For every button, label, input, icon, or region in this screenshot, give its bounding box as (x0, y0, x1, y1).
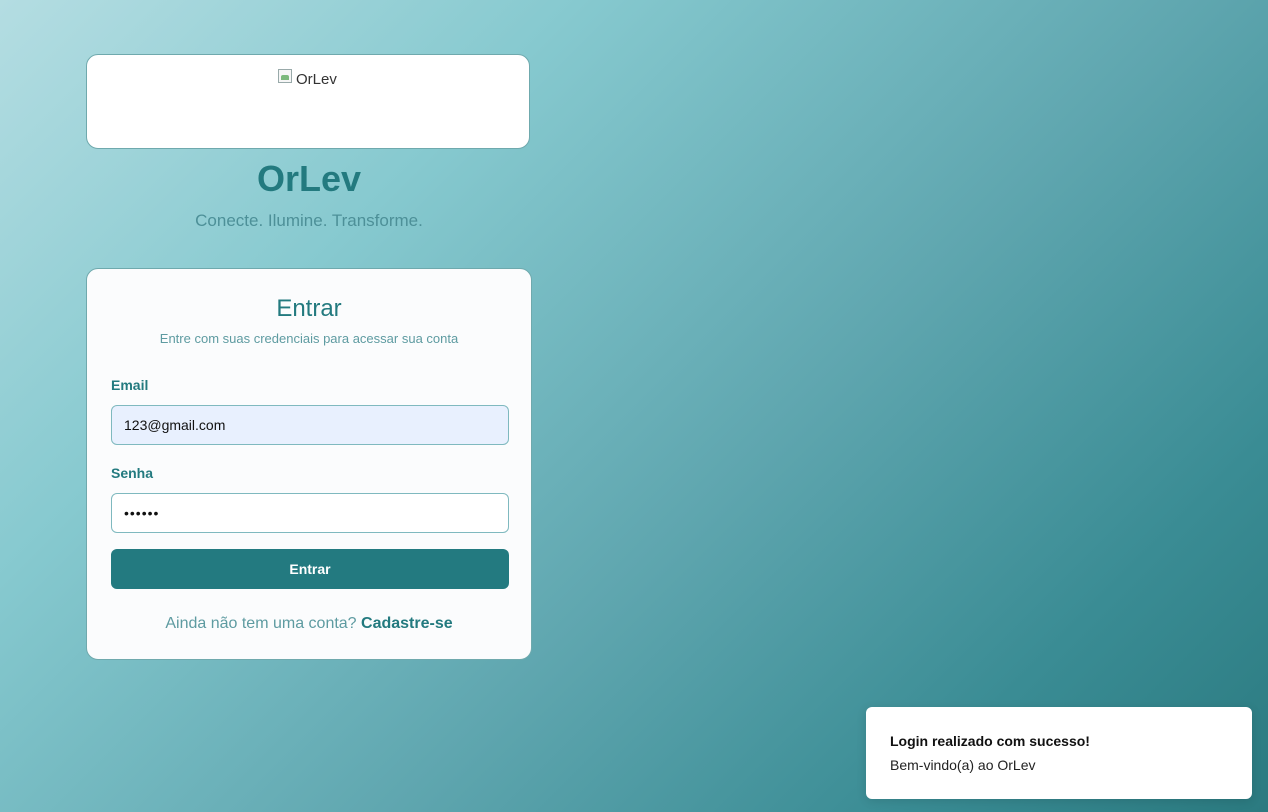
signup-prompt: Ainda não tem uma conta? (165, 615, 357, 632)
brand-title: OrLev (256, 158, 362, 199)
toast-message: Bem-vindo(a) ao OrLev (890, 757, 1036, 773)
signup-link[interactable]: Cadastre-se (361, 615, 453, 632)
toast-title: Login realizado com sucesso! (890, 733, 1090, 749)
password-field[interactable] (111, 493, 509, 533)
broken-image-icon (278, 68, 292, 83)
logo-alt-text: OrLev (296, 71, 337, 88)
password-label: Senha (111, 465, 154, 481)
login-subtitle: Entre com suas credenciais para acessar … (159, 331, 459, 346)
success-toast[interactable]: Login realizado com sucesso! Bem-vindo(a… (866, 707, 1252, 799)
login-card: Entrar Entre com suas credenciais para a… (86, 268, 532, 660)
logo-image: OrLev (278, 68, 337, 88)
login-submit-button[interactable]: Entrar (111, 549, 509, 589)
logo-card: OrLev (86, 54, 530, 149)
signup-row: Ainda não tem uma conta? Cadastre-se (87, 615, 531, 633)
brand-tagline: Conecte. Ilumine. Transforme. (195, 211, 423, 230)
login-title: Entrar (276, 295, 342, 322)
email-label: Email (111, 377, 149, 393)
email-field[interactable] (111, 405, 509, 445)
